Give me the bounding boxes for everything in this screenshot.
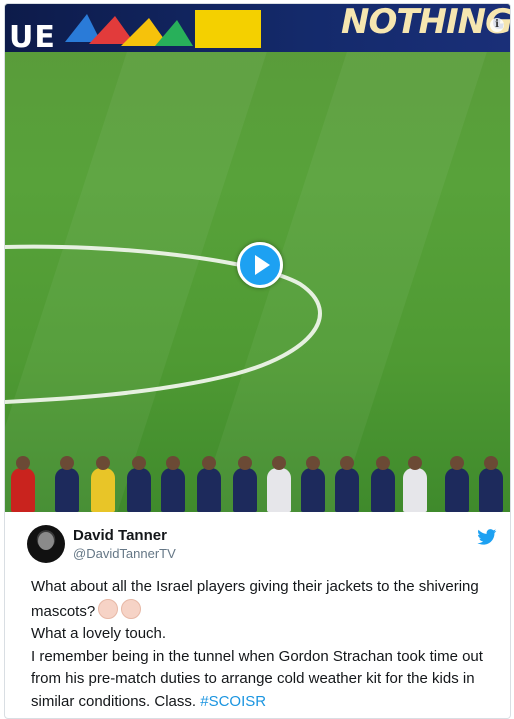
player-figure [55,456,79,512]
banner-left-text: UE [9,20,56,55]
embedded-tweet-card[interactable]: UE NOTHING MATT i [4,3,511,719]
referee-figure [11,456,35,512]
play-icon[interactable] [237,242,283,288]
banner-slogan: NOTHING MATT [341,4,510,42]
player-figure [233,456,257,512]
info-icon[interactable]: i [490,18,504,32]
display-name[interactable]: David Tanner [73,527,167,544]
player-figure [91,456,115,512]
player-figure [267,456,291,512]
sponsor-board [195,10,261,48]
player-figure [335,456,359,512]
banner-shapes [65,14,193,46]
player-figure [127,456,151,512]
player-figure [445,456,469,512]
player-figure [301,456,325,512]
player-figure [403,456,427,512]
avatar[interactable] [27,525,65,563]
tweet-line: What about all the Israel players giving… [31,578,479,620]
player-figure [161,456,185,512]
players-lineup [5,456,510,512]
hashtag-link[interactable]: #SCOISR [200,693,266,710]
user-handle[interactable]: @DavidTannerTV [73,546,176,561]
player-figure [371,456,395,512]
twitter-bird-icon[interactable] [477,529,497,545]
tweet-line: I remember being in the tunnel when Gord… [31,647,483,710]
tweet-text: What about all the Israel players giving… [31,576,497,713]
tweet-line: What a lovely touch. [31,625,167,642]
stadium-ad-banner: UE NOTHING MATT i [5,4,510,55]
player-figure [479,456,503,512]
tweet-author-row[interactable]: David Tanner @DavidTannerTV [27,525,497,569]
clapping-hands-icon [121,598,142,619]
player-figure [197,456,221,512]
clapping-hands-icon [98,598,119,619]
video-player[interactable]: UE NOTHING MATT i [5,4,510,512]
